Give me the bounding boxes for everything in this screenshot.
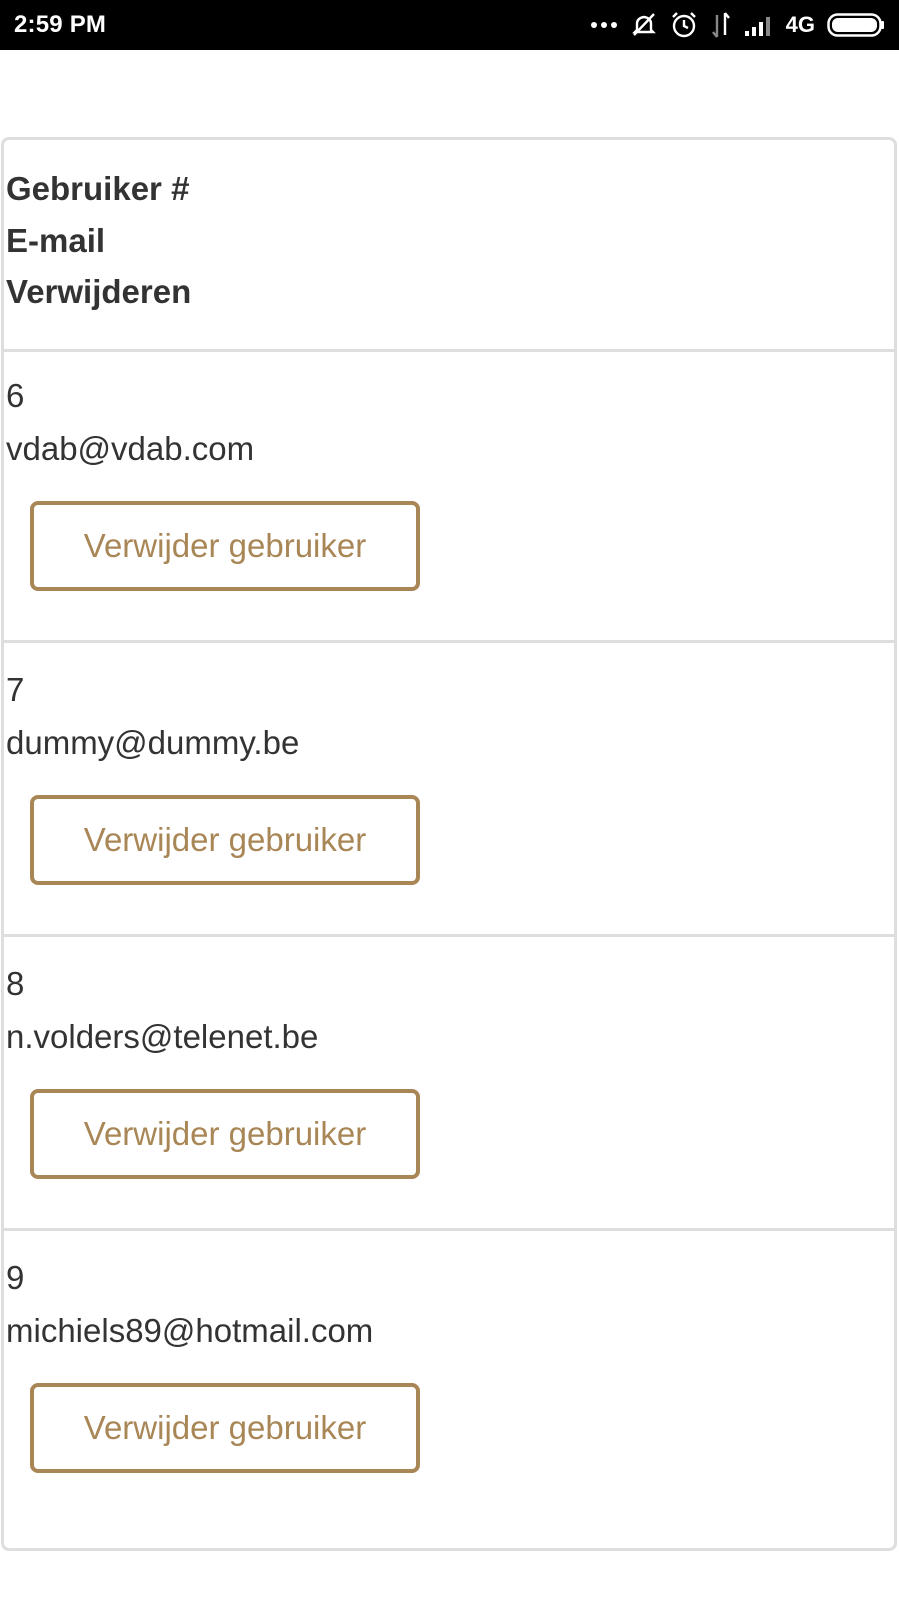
table-row: 6 vdab@vdab.com Verwijder gebruiker [4,343,894,643]
network-label: 4G [785,12,815,37]
delete-user-button[interactable]: Verwijder gebruiker [30,1383,420,1473]
user-id: 8 [6,965,25,1002]
status-time: 2:59 PM [14,11,107,38]
user-email: michiels89@hotmail.com [6,1312,374,1349]
user-id: 9 [6,1259,25,1296]
header-user-number: Gebruiker # [6,170,190,207]
header-delete: Verwijderen [6,273,192,310]
user-email: vdab@vdab.com [6,430,255,467]
battery-icon [827,13,885,37]
more-dots-icon [590,20,618,30]
user-email: dummy@dummy.be [6,724,300,761]
signal-icon [744,13,774,37]
status-bar: 2:59 PM 4G [0,0,899,50]
user-email: n.volders@telenet.be [6,1018,319,1055]
users-table: Gebruiker # E-mail Verwijderen 6 vdab@vd… [1,137,897,1551]
mute-icon [630,11,658,39]
table-row: 9 michiels89@hotmail.com Verwijder gebru… [4,1225,894,1525]
status-icons: 4G [590,11,885,39]
delete-user-button[interactable]: Verwijder gebruiker [30,1089,420,1179]
data-transfer-icon [710,11,732,39]
delete-user-button[interactable]: Verwijder gebruiker [30,795,420,885]
table-header: Gebruiker # E-mail Verwijderen [4,140,894,352]
table-row: 8 n.volders@telenet.be Verwijder gebruik… [4,931,894,1231]
header-email: E-mail [6,222,106,259]
table-row: 7 dummy@dummy.be Verwijder gebruiker [4,637,894,937]
user-id: 6 [6,377,25,414]
user-id: 7 [6,671,25,708]
alarm-icon [670,11,698,39]
delete-user-button[interactable]: Verwijder gebruiker [30,501,420,591]
